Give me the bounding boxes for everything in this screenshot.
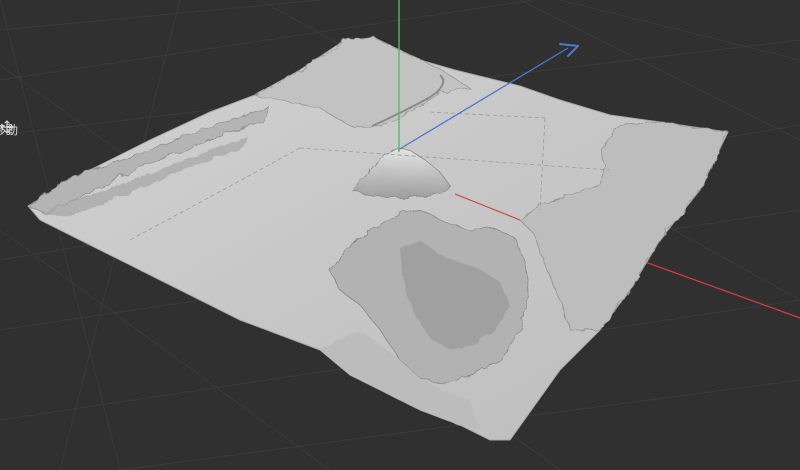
- 3d-viewport[interactable]: 移動: [0, 0, 800, 470]
- move-arrows-icon: [0, 120, 35, 136]
- z-axis-arrow-icon[interactable]: [559, 43, 579, 57]
- terrain-mesh[interactable]: [27, 37, 729, 441]
- scene-canvas[interactable]: [0, 0, 800, 470]
- move-tool-button[interactable]: 移動: [0, 120, 35, 138]
